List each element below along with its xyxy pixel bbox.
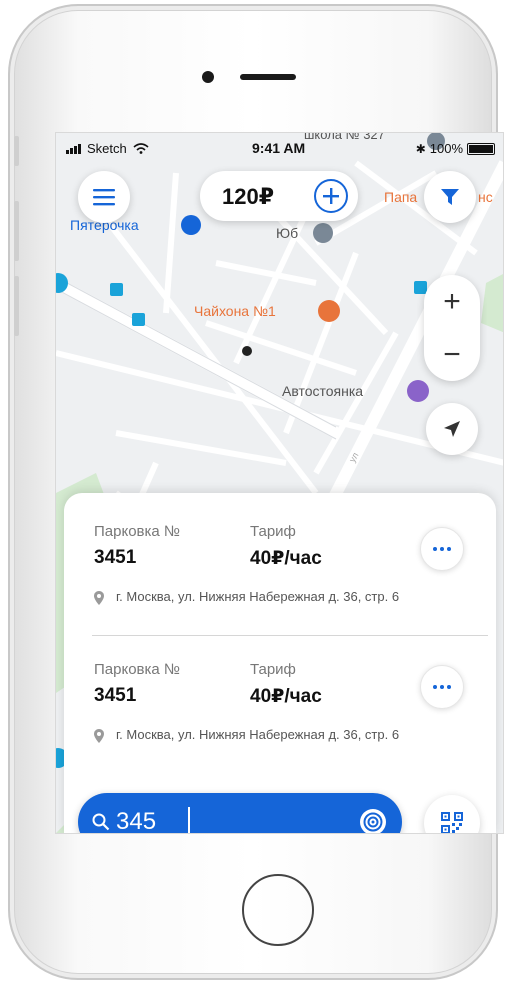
earpiece-speaker — [240, 74, 296, 80]
menu-icon — [93, 189, 115, 206]
locate-icon — [444, 421, 460, 437]
front-camera — [202, 71, 214, 83]
parking-number-label: Парковка № — [94, 523, 181, 540]
parking-address: г. Москва, ул. Нижняя Набережная д. 36, … — [116, 589, 400, 604]
poi-papa[interactable]: Папа — [384, 189, 417, 205]
menu-button[interactable] — [78, 171, 130, 223]
volume-up-button — [14, 201, 19, 261]
poi-avtostoyanka[interactable]: Автостоянка — [282, 383, 363, 399]
balance-amount: 120₽ — [222, 184, 275, 209]
volume-down-button — [14, 276, 19, 336]
battery-percent: 100% — [429, 141, 463, 156]
home-button[interactable] — [242, 874, 314, 946]
target-icon[interactable] — [358, 807, 388, 834]
zoom-control: + − — [424, 275, 480, 381]
wifi-icon — [133, 143, 149, 154]
qr-code-icon — [441, 812, 463, 833]
more-options-button[interactable] — [420, 527, 464, 571]
parking-number-label: Парковка № — [94, 661, 181, 678]
zoom-out-button[interactable]: − — [424, 328, 480, 381]
app-screen: ул Пятёрочка Юб Чайхона №1 Автостоянка П… — [55, 132, 504, 834]
parking-list-sheet: Парковка № 3451 Тариф 40₽/час г. Москва,… — [64, 493, 496, 833]
poi-label: Юб — [276, 225, 299, 241]
poi-yub[interactable]: Юб — [276, 225, 298, 241]
text-caret — [188, 807, 190, 833]
parking-card[interactable]: Парковка № 3451 Тариф 40₽/час г. Москва,… — [64, 659, 496, 789]
bluetooth-icon: ✱ — [415, 141, 426, 156]
mute-switch — [14, 136, 19, 166]
poi-label: Чайхона №1 — [194, 303, 276, 319]
status-time: 9:41 AM — [252, 140, 306, 156]
more-options-button[interactable] — [420, 665, 464, 709]
poi-label: Автостоянка — [282, 383, 364, 399]
zoom-in-button[interactable]: + — [424, 275, 480, 328]
tariff-value: 40₽/час — [250, 686, 322, 707]
parking-number: 3451 — [94, 547, 137, 568]
list-divider — [92, 635, 488, 636]
search-bar — [78, 793, 402, 834]
pin-icon — [94, 591, 104, 605]
pin-icon — [94, 729, 104, 743]
plus-icon — [323, 188, 339, 204]
status-bar: Sketch 9:41 AM ✱ 100% — [56, 133, 503, 163]
carrier-name: Sketch — [87, 141, 127, 156]
zoom-out-label: − — [443, 337, 461, 371]
signal-icon — [66, 143, 81, 154]
tariff-label: Тариф — [250, 523, 296, 540]
tariff-value: 40₽/час — [250, 548, 322, 569]
filter-icon — [441, 189, 459, 205]
more-icon — [433, 547, 451, 551]
search-icon — [92, 813, 110, 831]
poi-label: нс — [478, 189, 493, 205]
phone-frame: ул Пятёрочка Юб Чайхона №1 Автостоянка П… — [8, 4, 504, 980]
poi-chaikhona[interactable]: Чайхона №1 — [194, 303, 276, 319]
parking-number: 3451 — [94, 685, 137, 706]
poi-label: Папа — [384, 189, 418, 205]
filter-button[interactable] — [424, 171, 476, 223]
zoom-in-label: + — [443, 284, 461, 318]
parking-address: г. Москва, ул. Нижняя Набережная д. 36, … — [116, 727, 400, 742]
poi-papa-tail: нс — [478, 189, 493, 205]
battery-icon — [467, 142, 495, 155]
more-icon — [433, 685, 451, 689]
locate-me-button[interactable] — [426, 403, 478, 455]
top-up-button[interactable] — [314, 179, 348, 213]
parking-card[interactable]: Парковка № 3451 Тариф 40₽/час г. Москва,… — [64, 521, 496, 651]
search-input[interactable] — [116, 807, 316, 833]
tariff-label: Тариф — [250, 661, 296, 678]
balance-widget: 120₽ — [200, 171, 358, 221]
